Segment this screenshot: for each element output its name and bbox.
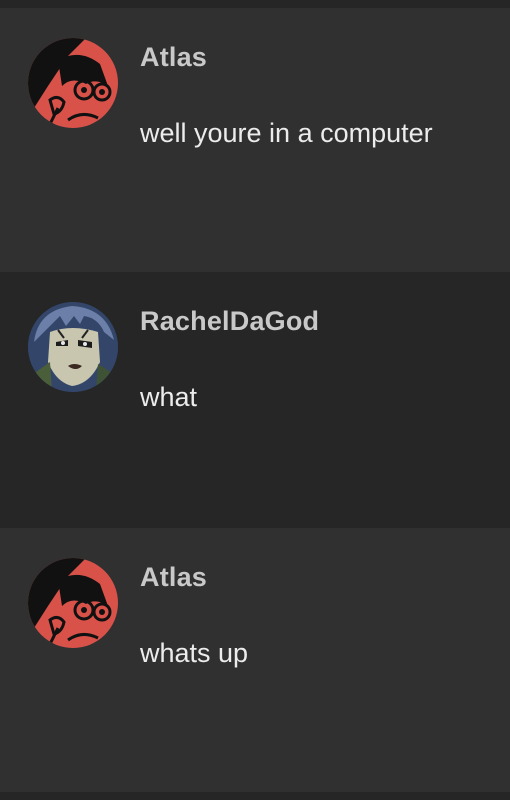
username[interactable]: RachelDaGod [140, 306, 319, 337]
message-text: whats up [140, 638, 249, 668]
username[interactable]: Atlas [140, 42, 207, 73]
message-row: Atlas whats up [0, 528, 510, 792]
atlas-avatar-icon[interactable] [28, 558, 118, 648]
bottom-divider [0, 792, 510, 800]
username[interactable]: Atlas [140, 562, 207, 593]
top-divider [0, 0, 510, 8]
atlas-avatar-icon[interactable] [28, 38, 118, 128]
message-row: RachelDaGod what [0, 272, 510, 528]
message-text: well youre in a computer [140, 118, 433, 148]
chat-log: Atlas well youre in a computer RachelDaG… [0, 0, 510, 800]
message-text: what [140, 382, 198, 412]
racheldagod-avatar-icon[interactable] [28, 302, 118, 392]
message-row: Atlas well youre in a computer [0, 8, 510, 272]
